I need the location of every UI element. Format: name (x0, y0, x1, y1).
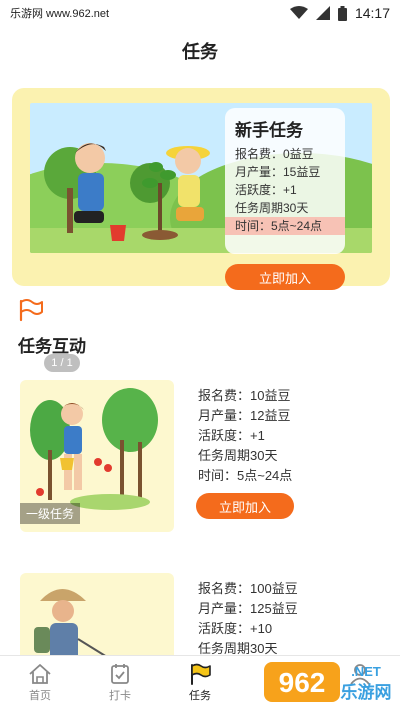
banner-task-line: 报名费：0益豆 (235, 147, 314, 161)
task-line: 时间：5点~24点 (198, 468, 293, 483)
banner-task-line: 活跃度：+1 (235, 183, 297, 197)
svg-text:乐游网: 乐游网 (341, 682, 392, 702)
task-line: 活跃度：+1 (198, 428, 265, 443)
task-image[interactable]: 一级任务 (20, 380, 174, 532)
task-line: 月产量：12益豆 (198, 408, 291, 423)
wifi-icon (289, 6, 308, 19)
signal-icon (315, 6, 330, 20)
home-icon (29, 664, 51, 684)
flag-icon (191, 663, 211, 685)
nav-item-home[interactable]: 首页 (0, 656, 80, 711)
nav-item-tasks[interactable]: 任务 (160, 656, 240, 711)
flag-icon (19, 299, 43, 322)
nav-label: 首页 (29, 690, 51, 702)
task-line: 报名费：100益豆 (198, 581, 298, 596)
nav-label: 打卡 (109, 690, 131, 702)
svg-text:.NET: .NET (351, 664, 381, 679)
nav-label: 任务 (189, 690, 211, 702)
task-line: 活跃度：+10 (198, 621, 273, 636)
banner-task-line: 任务周期30天 (235, 201, 309, 215)
task-info: 报名费：100益豆 月产量：125益豆 活跃度：+10 任务周期30天 (198, 579, 298, 659)
site-watermark-logo: 962 .NET 乐游网 (264, 662, 392, 702)
page-title: 任务 (182, 42, 218, 62)
nav-item-checkin[interactable]: 打卡 (80, 656, 160, 711)
task-line: 月产量：125益豆 (198, 601, 298, 616)
svg-text:962: 962 (279, 667, 326, 698)
banner-task-line: 月产量：15益豆 (235, 165, 321, 179)
task-line: 任务周期30天 (198, 448, 278, 463)
banner-task-card: 新手任务 报名费：0益豆 月产量：15益豆 活跃度：+1 任务周期30天 时间：… (225, 108, 345, 254)
task-join-button[interactable]: 立即加入 (196, 493, 294, 519)
banner-task-title: 新手任务 (235, 121, 303, 140)
status-site-text: 乐游网 www.962.net (10, 8, 110, 20)
section-title: 任务互动 (18, 337, 86, 356)
banner-join-button[interactable]: 立即加入 (225, 264, 345, 290)
banner-task-time: 时间：5点~24点 (225, 217, 345, 235)
battery-icon (337, 5, 347, 21)
checkin-icon (111, 664, 129, 684)
task-info: 报名费：10益豆 月产量：12益豆 活跃度：+1 任务周期30天 时间：5点~2… (198, 386, 292, 486)
status-bar: 乐游网 www.962.net 14:17 (0, 0, 400, 26)
task-line: 报名费：10益豆 (198, 388, 291, 403)
task-level-badge: 一级任务 (20, 503, 81, 524)
status-time: 14:17 (354, 5, 390, 21)
